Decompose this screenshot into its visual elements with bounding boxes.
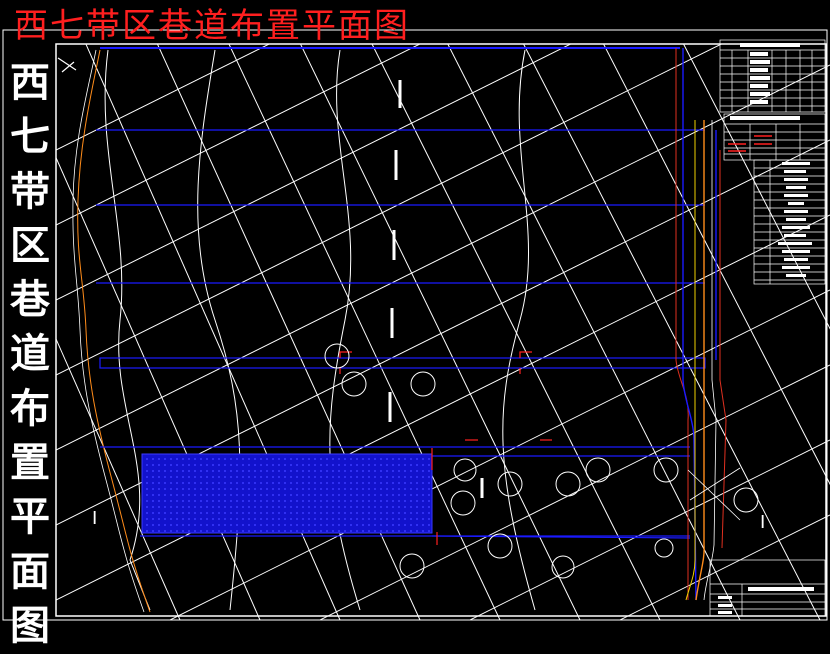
legend-table-1	[719, 39, 826, 113]
vertical-title-char: 图	[10, 602, 50, 649]
vertical-title-char: 平	[10, 494, 50, 541]
vertical-title-char: 道	[10, 331, 50, 378]
vertical-title-char: 面	[10, 548, 50, 595]
right-boundary	[675, 48, 741, 601]
vertical-title-char: 西	[10, 60, 50, 106]
coordinate-grid-up	[56, 44, 830, 620]
left-boundary-white	[72, 49, 145, 613]
vertical-title-char: 带	[10, 168, 50, 215]
vertical-title-char: 布	[10, 385, 50, 432]
section-marker-left: I	[92, 508, 98, 529]
roadway-name-marks	[388, 80, 484, 498]
north-arrow	[57, 57, 77, 73]
legend-table-1-bars	[730, 43, 800, 120]
vertical-title-char: 区	[10, 222, 50, 269]
section-marker-right: I	[760, 512, 766, 533]
roadway-layout-drawing	[2, 29, 830, 621]
vertical-title: 西 七 带 区 巷 道 布 置 平 面 图	[8, 56, 52, 653]
legend-table-3-bars	[778, 162, 812, 277]
mined-out-area	[141, 453, 433, 534]
vertical-title-char: 七	[10, 114, 50, 161]
title-block-bars	[718, 587, 814, 614]
vertical-title-char: 置	[10, 440, 50, 487]
page-title: 西七带区巷道布置平面图	[14, 6, 410, 46]
vertical-title-char: 巷	[10, 277, 50, 324]
